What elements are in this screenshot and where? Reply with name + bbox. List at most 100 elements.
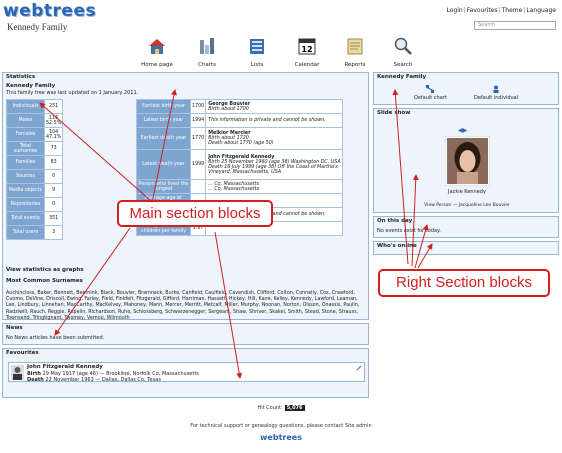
favourite-item[interactable]: John Fitzgerald Kennedy Birth 29 May 191…	[8, 362, 365, 383]
on-this-day-block: On this day No events exist for today.	[373, 216, 559, 238]
stat-value[interactable]: 0	[43, 197, 64, 212]
statistics-block: Statistics Kennedy Family This family tr…	[2, 72, 369, 322]
news-block: News No News articles have been submitte…	[2, 323, 369, 345]
statistics-heading: Statistics	[6, 74, 36, 80]
person-thumbnail-icon	[11, 365, 24, 380]
stat-label: Repositories	[6, 197, 45, 212]
news-heading: News	[6, 325, 23, 331]
surnames-heading: Most Common Surnames	[6, 278, 83, 284]
family-tree-block: Kennedy Family Default chart Default ind…	[373, 72, 559, 105]
menu-calendar[interactable]: 12 Calendar	[282, 36, 332, 68]
site-logo[interactable]: webtrees	[3, 1, 96, 21]
svg-text:12: 12	[301, 45, 312, 54]
stat-row: Sources 0	[6, 169, 64, 184]
stat-label: Total events	[6, 211, 45, 226]
slideshow-heading: Slide show	[377, 110, 411, 116]
stat-value[interactable]: 251	[43, 99, 64, 114]
footer-logo[interactable]: webtrees	[0, 433, 562, 442]
stat-value[interactable]: 73	[43, 141, 64, 156]
menu-search[interactable]: Search	[378, 36, 428, 68]
tree-title: Kennedy Family	[7, 22, 68, 32]
hit-count-value: 5,076	[284, 405, 305, 411]
main-menu: Home page Charts Lists 12 Calendar Repor…	[0, 36, 562, 70]
login-link[interactable]: Login	[446, 7, 462, 14]
home-icon	[149, 39, 165, 54]
favourites-link[interactable]: Favourites	[467, 7, 498, 14]
stat-detail[interactable]: John Fitzgerald Kennedy Birth 25 November…	[205, 149, 344, 180]
stat-label: Media objects	[6, 183, 45, 198]
detail-line: Death 16 July 1999 (age 38) Off the Coas…	[208, 164, 338, 175]
calendar-icon: 12	[298, 38, 316, 55]
stat-value[interactable]: 104 47.1%	[43, 127, 64, 142]
stat-value[interactable]: 83	[43, 155, 64, 170]
main-section-callout: Main section blocks	[117, 200, 273, 227]
report-icon	[347, 38, 363, 55]
favourites-block: Favourites John Fitzgerald Kennedy Birth…	[2, 348, 369, 398]
search-input[interactable]: Search	[474, 21, 556, 30]
support-text[interactable]: For technical support or genealogy quest…	[0, 423, 562, 429]
footer: Hit Count: 5,076 For technical support or…	[0, 405, 562, 442]
stat-label: Person who lived the longest	[136, 179, 191, 194]
default-individual-link[interactable]: Default individual	[474, 85, 518, 101]
default-chart-link[interactable]: Default chart	[414, 85, 447, 101]
stat-value[interactable]: 351	[43, 211, 64, 226]
stat-row: Total users 3	[6, 225, 64, 240]
stat-detail[interactable]: ... Co, Massachusetts... Co, Massachuset…	[205, 179, 344, 194]
favourite-name[interactable]: John Fitzgerald Kennedy	[27, 364, 103, 370]
menu-lists[interactable]: Lists	[232, 36, 282, 68]
onthisday-text: No events exist for today.	[377, 228, 441, 234]
surname-list[interactable]: Auchincloss, Baker, Bennett, Beernink, B…	[6, 291, 366, 322]
theme-link[interactable]: Theme	[502, 7, 523, 14]
stat-row: Repositories 0	[6, 197, 64, 212]
stat-label: Females	[6, 127, 45, 142]
photo-link[interactable]: View Person — Jacqueline Lee Bouvier	[374, 203, 560, 208]
stat-value[interactable]: 3	[43, 225, 64, 240]
person-name[interactable]: George Bouvier	[208, 102, 250, 107]
stat-label: Males	[6, 113, 45, 128]
slideshow-block: Slide show ◀▶ Jackie Kennedy View Person…	[373, 108, 559, 213]
stat-value[interactable]: 116 52.5%	[43, 113, 64, 128]
menu-reports[interactable]: Reports	[330, 36, 380, 68]
onthisday-heading: On this day	[377, 218, 413, 224]
slideshow-photo[interactable]	[445, 136, 490, 186]
kf-heading: Kennedy Family	[377, 74, 427, 80]
search-icon	[394, 37, 412, 55]
family-name: Kennedy Family	[6, 83, 56, 89]
stat-detail[interactable]: George Bouvier Birth about 1700	[205, 99, 344, 114]
stat-row: Latest death year 1999 John Fitzgerald Ken…	[136, 149, 344, 180]
stat-value: 1999	[189, 149, 207, 180]
stat-row: Earliest death year 1770 Melkior Mercier Bi…	[136, 127, 344, 150]
menu-home[interactable]: Home page	[132, 36, 182, 68]
right-section-callout: Right Section blocks	[378, 269, 550, 297]
stat-detail[interactable]: Melkior Mercier Birth about 1720 Death abo…	[205, 127, 344, 150]
detail-line: ... Co, Massachusetts	[208, 186, 260, 192]
stat-label: Earliest death year	[136, 127, 191, 150]
stat-label: Individuals	[6, 99, 45, 114]
whos-online-block: Who's online	[373, 241, 559, 255]
stat-value[interactable]: 0	[43, 169, 64, 184]
stats-left-table: Individuals 251 Males 116 52.5% Females 104 4…	[6, 99, 64, 240]
chart-icon	[200, 38, 214, 54]
stat-row: Media objects 9	[6, 183, 64, 198]
favourites-heading: Favourites	[6, 350, 39, 356]
graphs-link[interactable]: View statistics as graphs	[6, 267, 84, 273]
detail-line: This information is private and cannot b…	[208, 118, 326, 123]
language-link[interactable]: Language	[526, 7, 556, 14]
menu-charts[interactable]: Charts	[182, 36, 232, 68]
person-name[interactable]: John Fitzgerald Kennedy	[208, 155, 274, 160]
stat-value: 1700	[189, 99, 207, 114]
stat-row: Earliest birth year 1700 George Bouvier Bir…	[136, 99, 344, 114]
news-text: No News articles have been submitted.	[6, 335, 105, 341]
stat-row: Person who lived the longest ... Co, Mass…	[136, 179, 344, 194]
stat-value: 1994	[189, 113, 207, 128]
stat-row: Total surnames 73	[6, 141, 64, 156]
chart-icon	[426, 85, 435, 93]
list-icon	[250, 39, 264, 54]
stat-label: Total users	[6, 225, 45, 240]
last-updated: This family tree was last updated on 1 J…	[6, 90, 139, 96]
photo-caption: Jackie Kennedy	[448, 189, 486, 195]
stat-value[interactable]: 9	[43, 183, 64, 198]
stat-detail[interactable]: This information is private and cannot b…	[205, 113, 344, 128]
slideshow-controls[interactable]: ◀▶	[458, 127, 467, 134]
edit-pencil-icon[interactable]	[356, 365, 362, 371]
